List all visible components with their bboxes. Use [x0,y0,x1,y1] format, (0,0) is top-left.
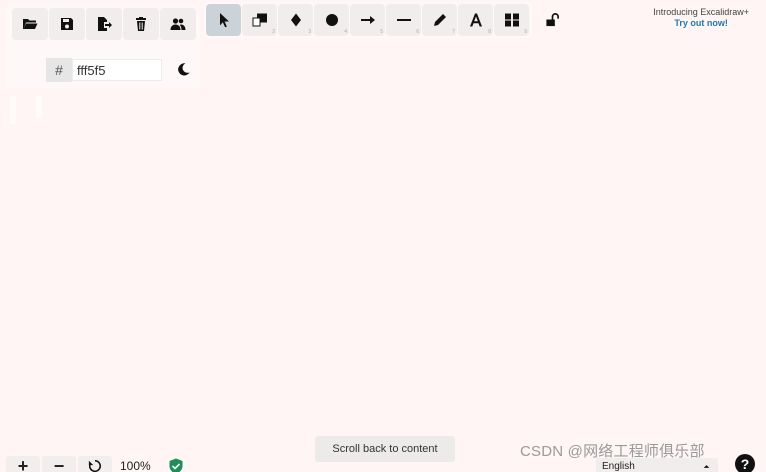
background-color-input[interactable] [72,59,162,81]
ghost-artifact [36,96,42,118]
zoom-out-button[interactable]: − [42,456,76,472]
shortcut-hint: 8 [488,29,491,35]
folder-open-icon [23,19,38,29]
save-icon [61,18,73,30]
tool-pencil[interactable]: 7 [422,4,457,36]
shape-toolbar: 2 3 4 5 6 7 8 9 [204,2,532,38]
tool-diamond[interactable]: 3 [278,4,313,36]
pencil-icon [433,14,446,26]
open-button[interactable] [12,8,48,40]
tool-rectangle[interactable]: 2 [242,4,277,36]
export-button[interactable] [86,8,122,40]
tool-text[interactable]: 8 [458,4,493,36]
selection-icon [219,13,229,28]
export-icon [98,17,112,31]
shield-icon[interactable] [168,458,184,472]
language-select[interactable]: English [596,458,718,472]
zoom-controls: + − 100% [6,456,184,472]
tool-arrow[interactable]: 5 [350,4,385,36]
tool-selection[interactable] [206,4,241,36]
zoom-level: 100% [120,459,151,472]
scroll-back-button[interactable]: Scroll back to content [315,436,455,462]
rectangle-icon [252,13,267,27]
text-icon [469,13,482,27]
drawing-canvas[interactable]: # 2 3 4 5 6 [0,0,766,472]
theme-toggle-button[interactable] [174,60,192,78]
tool-ellipse[interactable]: 4 [314,4,349,36]
unlock-icon [545,12,559,26]
shortcut-hint: 9 [524,29,527,35]
menu-actions [12,8,197,40]
shortcut-hint: 6 [416,29,419,35]
shortcut-hint: 4 [344,29,347,35]
shortcut-hint: 2 [272,29,275,35]
tool-library[interactable]: 9 [494,4,529,36]
promo-title: Introducing Excalidraw+ [653,7,749,17]
promo-link[interactable]: Try out now! [653,18,749,29]
ghost-artifact [10,96,16,124]
shortcut-hint: 3 [308,29,311,35]
help-button[interactable]: ? [735,454,755,472]
moon-icon [177,62,190,75]
live-collaboration-button[interactable] [160,8,196,40]
save-button[interactable] [49,8,85,40]
canvas-background-picker: # [46,58,162,82]
clear-canvas-button[interactable] [123,8,159,40]
library-icon [504,13,519,27]
shortcut-hint: 5 [380,29,383,35]
shortcut-hint: 7 [452,29,455,35]
collaborators-icon [170,18,186,30]
reset-icon [88,459,101,472]
zoom-in-button[interactable]: + [6,456,40,472]
diamond-icon [290,13,301,27]
lock-tool-button[interactable] [542,9,562,29]
ellipse-icon [325,14,338,26]
chevron-up-icon [703,464,710,468]
hash-label: # [46,58,72,82]
arrow-icon [360,16,375,24]
tool-line[interactable]: 6 [386,4,421,36]
main-menu-panel: # [6,4,200,88]
excalidraw-plus-promo[interactable]: Introducing Excalidraw+ Try out now! [653,7,749,29]
language-label: English [602,460,635,472]
trash-icon [136,17,146,31]
reset-zoom-button[interactable] [78,456,112,472]
line-icon [396,19,411,21]
